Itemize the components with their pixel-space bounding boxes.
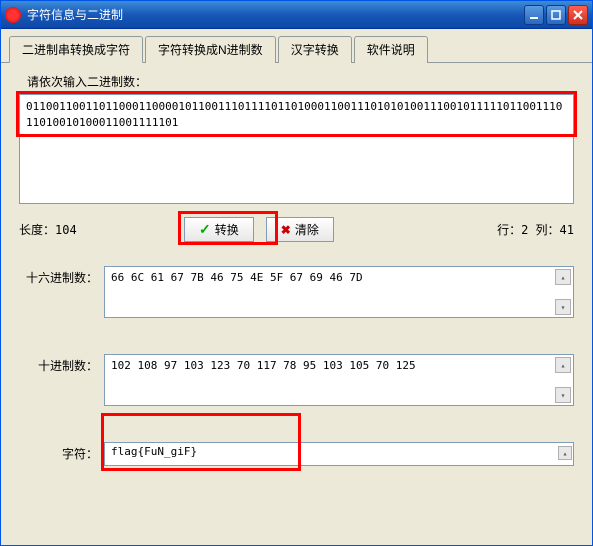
scroll-up-icon[interactable]: ▴ — [555, 357, 571, 373]
dec-scrollbar[interactable]: ▴ ▾ — [555, 357, 571, 403]
maximize-icon — [551, 10, 561, 20]
tab-char-to-nary[interactable]: 字符转换成N进制数 — [145, 36, 276, 63]
convert-button[interactable]: ✓ 转换 — [184, 217, 254, 242]
binary-input[interactable] — [19, 94, 574, 204]
scroll-down-icon[interactable]: ▾ — [555, 387, 571, 403]
convert-label: 转换 — [215, 221, 239, 238]
char-label: 字符： — [19, 442, 104, 466]
app-icon — [5, 7, 21, 23]
x-icon: ✖ — [281, 223, 291, 237]
length-label: 长度： — [19, 223, 55, 237]
button-group: ✓ 转换 ✖ 清除 — [184, 217, 334, 242]
input-area — [19, 94, 574, 209]
dec-value: 102 108 97 103 123 70 117 78 95 103 105 … — [111, 359, 416, 372]
titlebar: 字符信息与二进制 — [1, 1, 592, 29]
rowcol-display: 行：2 列：41 — [497, 221, 574, 238]
char-output[interactable]: flag{FuN_giF} ▴ — [104, 442, 574, 466]
tab-about[interactable]: 软件说明 — [354, 36, 428, 63]
input-prompt: 请依次输入二进制数： — [27, 73, 574, 90]
scroll-up-icon[interactable]: ▴ — [555, 269, 571, 285]
clear-button[interactable]: ✖ 清除 — [266, 217, 334, 242]
hex-scrollbar[interactable]: ▴ ▾ — [555, 269, 571, 315]
dec-output[interactable]: 102 108 97 103 123 70 117 78 95 103 105 … — [104, 354, 574, 406]
window-controls — [524, 5, 588, 25]
char-value: flag{FuN_giF} — [111, 445, 197, 458]
tab-hanzi-convert[interactable]: 汉字转换 — [278, 36, 352, 63]
check-icon: ✓ — [199, 221, 211, 238]
content-panel: 请依次输入二进制数： 长度：104 ✓ 转换 ✖ 清除 行：2 列 — [1, 63, 592, 545]
length-value: 104 — [55, 223, 77, 237]
hex-row: 十六进制数： 66 6C 61 67 7B 46 75 4E 5F 67 69 … — [19, 266, 574, 318]
status-row: 长度：104 ✓ 转换 ✖ 清除 行：2 列：41 — [19, 217, 574, 242]
app-window: 字符信息与二进制 二进制串转换成字符 字符转换成N进制数 汉字转换 软件说明 请… — [0, 0, 593, 546]
scroll-up-icon[interactable]: ▴ — [558, 446, 572, 460]
tab-binary-to-char[interactable]: 二进制串转换成字符 — [9, 36, 143, 63]
highlight-char-output — [101, 413, 301, 471]
tab-bar: 二进制串转换成字符 字符转换成N进制数 汉字转换 软件说明 — [1, 29, 592, 63]
minimize-icon — [529, 10, 539, 20]
length-display: 长度：104 — [19, 221, 184, 238]
dec-row: 十进制数： 102 108 97 103 123 70 117 78 95 10… — [19, 354, 574, 406]
char-row: 字符： flag{FuN_giF} ▴ — [19, 442, 574, 466]
scroll-down-icon[interactable]: ▾ — [555, 299, 571, 315]
maximize-button[interactable] — [546, 5, 566, 25]
dec-label: 十进制数： — [19, 354, 104, 406]
hex-label: 十六进制数： — [19, 266, 104, 318]
window-title: 字符信息与二进制 — [27, 6, 524, 23]
char-scrollbar[interactable]: ▴ — [558, 446, 572, 460]
output-section: 十六进制数： 66 6C 61 67 7B 46 75 4E 5F 67 69 … — [19, 266, 574, 466]
close-button[interactable] — [568, 5, 588, 25]
hex-output[interactable]: 66 6C 61 67 7B 46 75 4E 5F 67 69 46 7D ▴… — [104, 266, 574, 318]
hex-value: 66 6C 61 67 7B 46 75 4E 5F 67 69 46 7D — [111, 271, 363, 284]
minimize-button[interactable] — [524, 5, 544, 25]
clear-label: 清除 — [295, 221, 319, 238]
close-icon — [573, 10, 583, 20]
